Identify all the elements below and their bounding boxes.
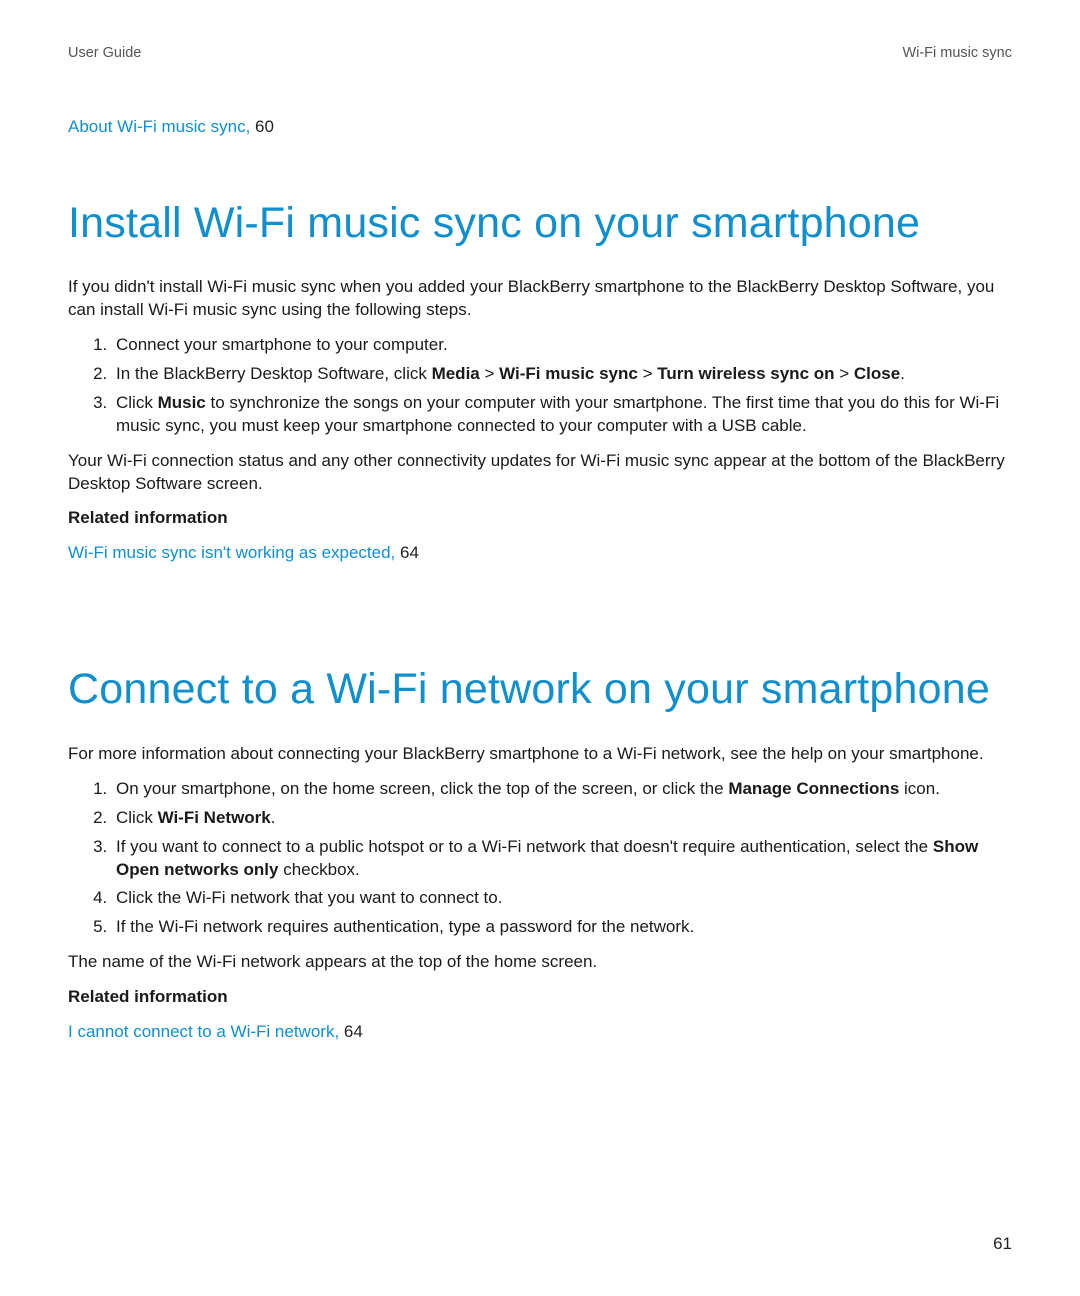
page: User Guide Wi-Fi music sync About Wi-Fi … <box>0 0 1080 1296</box>
step-2-sep1: > <box>480 364 499 383</box>
s2-step-5: If the Wi-Fi network requires authentica… <box>112 916 1012 939</box>
s2-step-3: If you want to connect to a public hotsp… <box>112 836 1012 882</box>
section2-related-xref: I cannot connect to a Wi-Fi network, 64 <box>68 1021 1012 1044</box>
page-number: 61 <box>993 1233 1012 1256</box>
s2-step-2: Click Wi-Fi Network. <box>112 807 1012 830</box>
section2-intro: For more information about connecting yo… <box>68 743 1012 766</box>
xref-page-64b: 64 <box>339 1022 363 1041</box>
step-2-sep2: > <box>638 364 657 383</box>
step-2-text-pre: In the BlackBerry Desktop Software, clic… <box>116 364 432 383</box>
section2-steps: On your smartphone, on the home screen, … <box>68 778 1012 940</box>
s2-step1-post: icon. <box>899 779 940 798</box>
running-header: User Guide Wi-Fi music sync <box>68 44 1012 64</box>
s2-step2-wifi-network: Wi-Fi Network <box>158 808 271 827</box>
heading-connect-wifi-network: Connect to a Wi-Fi network on your smart… <box>68 665 1012 714</box>
running-header-left: User Guide <box>68 44 141 64</box>
section1-related-xref: Wi-Fi music sync isn't working as expect… <box>68 542 1012 565</box>
s2-step3-pre: If you want to connect to a public hotsp… <box>116 837 933 856</box>
step-2-sep3: > <box>835 364 854 383</box>
step-2-wifi-music-sync: Wi-Fi music sync <box>499 364 638 383</box>
s2-step1-manage-connections: Manage Connections <box>728 779 899 798</box>
s2-step1-pre: On your smartphone, on the home screen, … <box>116 779 728 798</box>
section1-steps: Connect your smartphone to your computer… <box>68 334 1012 438</box>
step-3: Click Music to synchronize the songs on … <box>112 392 1012 438</box>
xref-page-number: 60 <box>250 117 274 136</box>
s2-step-1: On your smartphone, on the home screen, … <box>112 778 1012 801</box>
step-2-dot: . <box>900 364 905 383</box>
step-1: Connect your smartphone to your computer… <box>112 334 1012 357</box>
step-2-turn-on: Turn wireless sync on <box>657 364 834 383</box>
xref-link-not-working[interactable]: Wi-Fi music sync isn't working as expect… <box>68 543 395 562</box>
heading-install-wifi-music-sync: Install Wi-Fi music sync on your smartph… <box>68 199 1012 248</box>
step-3-music: Music <box>158 393 206 412</box>
step-3-pre: Click <box>116 393 158 412</box>
xref-link-cannot-connect[interactable]: I cannot connect to a Wi-Fi network, <box>68 1022 339 1041</box>
xref-page-64a: 64 <box>395 543 419 562</box>
step-2-close: Close <box>854 364 900 383</box>
section2-related-label: Related information <box>68 986 1012 1009</box>
section-spacer <box>68 565 1012 625</box>
section1-related-label: Related information <box>68 507 1012 530</box>
section1-para2: Your Wi-Fi connection status and any oth… <box>68 450 1012 496</box>
section1-intro: If you didn't install Wi-Fi music sync w… <box>68 276 1012 322</box>
step-2: In the BlackBerry Desktop Software, clic… <box>112 363 1012 386</box>
s2-step2-post: . <box>271 808 276 827</box>
step-2-media: Media <box>432 364 480 383</box>
top-cross-reference: About Wi-Fi music sync, 60 <box>68 116 1012 139</box>
s2-step2-pre: Click <box>116 808 158 827</box>
s2-step3-post: checkbox. <box>278 860 359 879</box>
section2-para2: The name of the Wi-Fi network appears at… <box>68 951 1012 974</box>
s2-step-4: Click the Wi-Fi network that you want to… <box>112 887 1012 910</box>
xref-link-about-wifi-music-sync[interactable]: About Wi-Fi music sync, <box>68 117 250 136</box>
running-header-right: Wi-Fi music sync <box>902 44 1012 64</box>
step-3-post: to synchronize the songs on your compute… <box>116 393 999 435</box>
